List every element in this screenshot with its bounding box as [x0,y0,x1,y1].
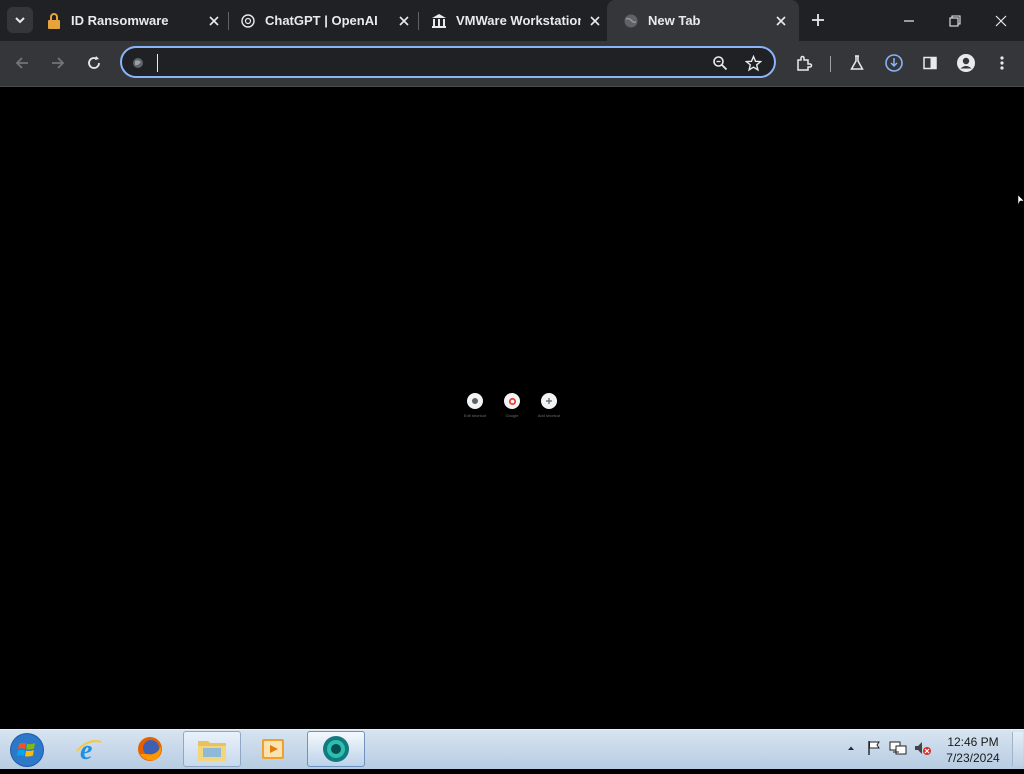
minimize-button[interactable] [886,0,932,41]
tab-title: ID Ransomware [71,13,169,28]
downloads-button[interactable] [879,48,909,78]
tab-divider [418,12,419,30]
close-icon[interactable] [206,13,222,29]
windows-logo-icon [10,733,44,767]
tab-divider [228,12,229,30]
search-engine-icon [128,53,148,73]
google-icon [504,393,520,409]
shortcut-label: Edit shortcut [463,413,487,418]
internet-explorer-icon: e [76,735,102,764]
start-button[interactable] [6,730,48,769]
tab-title: New Tab [648,13,701,28]
taskbar-browser[interactable] [307,731,365,767]
close-icon[interactable] [773,13,789,29]
puzzle-icon [797,55,813,71]
shortcut-label: Google [505,413,519,418]
close-icon [995,15,1007,26]
minimize-icon [904,19,914,22]
tab-vmware[interactable]: VMWare Workstation [431,6,603,35]
shortcut-label: Add shortcut [537,413,561,418]
close-window-button[interactable] [978,0,1024,41]
arrow-right-icon [52,57,65,69]
taskbar-firefox[interactable] [121,731,179,767]
volume-muted-icon[interactable] [914,738,932,758]
address-bar[interactable] [120,46,776,78]
add-icon [541,393,557,409]
tab-search-button[interactable] [7,7,33,33]
browser-window: ID Ransomware ChatGPT | OpenAI VMWare Wo… [0,0,1024,729]
tab-strip: ID Ransomware ChatGPT | OpenAI VMWare Wo… [0,0,1024,41]
kebab-menu-icon [1000,56,1004,70]
tab-id-ransomware[interactable]: ID Ransomware [46,6,222,35]
shortcut-tile[interactable]: Edit shortcut [455,393,495,418]
close-icon[interactable] [396,13,412,29]
svg-text:e: e [80,735,92,764]
network-icon[interactable] [889,738,907,758]
mouse-pointer-icon [1018,195,1024,206]
taskbar: e 12:46 PM 7/23/2024 [0,729,1024,769]
close-icon[interactable] [587,13,603,29]
restore-icon [949,14,961,27]
action-center-icon[interactable] [865,738,883,758]
clock-date: 7/23/2024 [946,751,1000,765]
chevron-down-icon [15,17,25,24]
menu-button[interactable] [987,48,1017,78]
side-panel-button[interactable] [915,48,945,78]
clock-time: 12:46 PM [947,735,999,749]
firefox-icon [138,737,162,761]
bank-icon [431,13,447,29]
restore-button[interactable] [932,0,978,41]
show-desktop-button[interactable] [1012,732,1023,766]
arrow-left-icon [15,57,28,69]
browser-toolbar [0,41,1024,87]
media-player-icon [262,739,284,759]
shortcut-icon [467,393,483,409]
forward-button[interactable] [43,48,73,78]
download-progress-icon [885,54,903,72]
tab-new-tab[interactable]: New Tab [607,0,799,41]
reload-icon [88,56,100,69]
system-clock[interactable]: 12:46 PM 7/23/2024 [940,734,1006,766]
back-button[interactable] [7,48,37,78]
reload-button[interactable] [79,48,109,78]
zoom-icon[interactable] [710,53,730,73]
tab-title: VMWare Workstation [456,13,581,28]
openai-icon [240,13,256,29]
tab-title: ChatGPT | OpenAI [265,13,378,28]
labs-button[interactable] [842,48,872,78]
show-hidden-icons-button[interactable] [842,738,860,758]
flask-icon [850,55,864,70]
text-caret [157,54,158,72]
chrome-canary-icon [323,736,349,762]
shortcut-tile[interactable]: Add shortcut [529,393,569,418]
new-tab-button[interactable] [806,8,830,32]
avatar-icon [957,54,975,72]
profile-button[interactable] [951,48,981,78]
tab-chatgpt[interactable]: ChatGPT | OpenAI [240,6,412,35]
side-panel-icon [923,56,937,70]
file-explorer-icon [198,741,226,761]
extensions-button[interactable] [789,48,819,78]
shortcut-tile[interactable]: Google [492,393,532,418]
padlock-icon [46,12,62,29]
address-input[interactable] [156,51,700,75]
toolbar-divider [830,56,831,72]
plus-icon [812,14,824,26]
taskbar-file-explorer[interactable] [183,731,241,767]
globe-icon [623,13,639,29]
bookmark-star-icon[interactable] [743,53,763,73]
taskbar-internet-explorer[interactable]: e [60,731,118,767]
chevron-up-icon [848,746,854,750]
taskbar-media-player[interactable] [244,731,302,767]
